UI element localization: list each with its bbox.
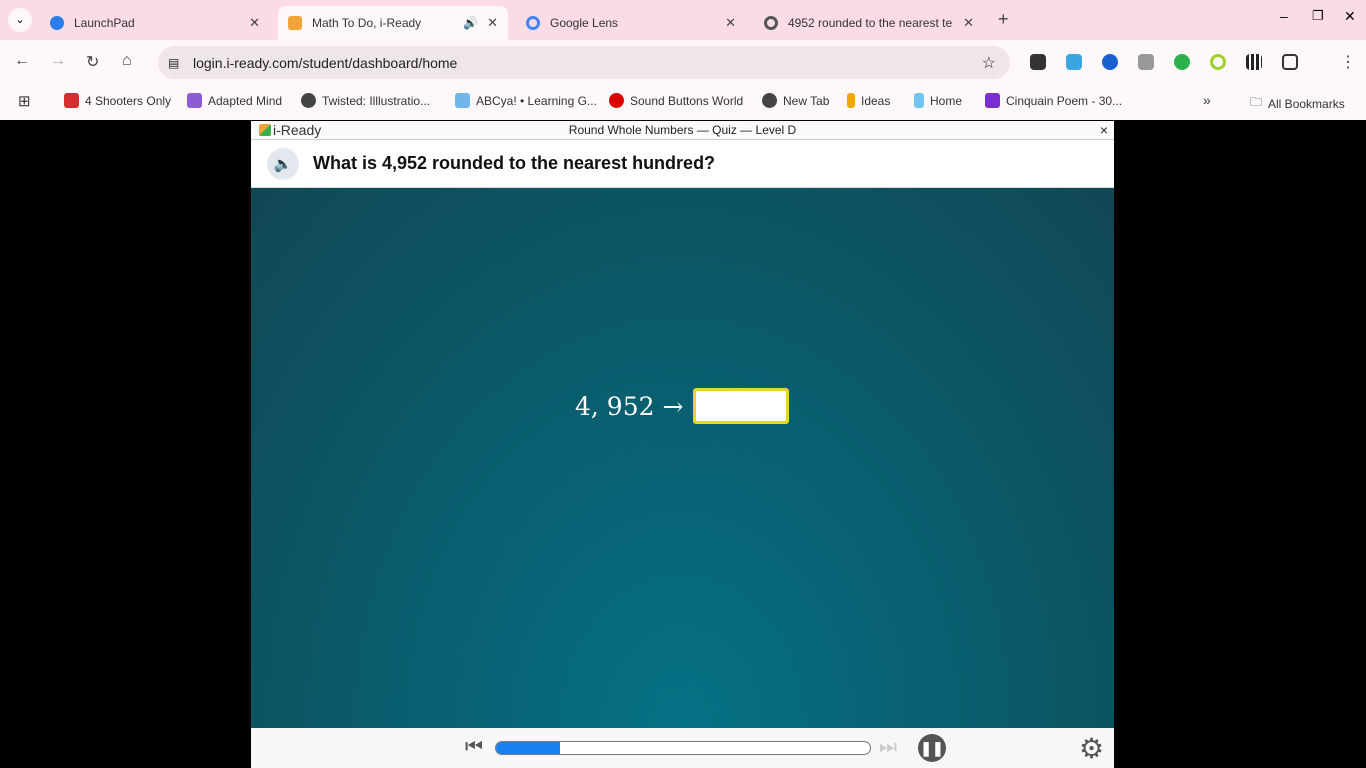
bookmark[interactable]: New Tab (762, 93, 829, 108)
bookmark[interactable]: ABCya! • Learning G... (455, 93, 597, 108)
launchpad-icon (50, 16, 64, 30)
globe-icon (301, 93, 316, 108)
apps-icon[interactable]: ⊞ (18, 92, 31, 110)
skip-forward-icon: ⏭ (879, 736, 897, 758)
tab-label: Math To Do, i-Ready (312, 16, 422, 30)
bookmark-icon (985, 93, 1000, 108)
bookmark[interactable]: Adapted Mind (187, 93, 282, 108)
iready-cube-icon (259, 124, 271, 136)
extension-icon[interactable] (1066, 54, 1082, 70)
all-bookmarks[interactable]: 🗀 All Bookmarks (1250, 93, 1345, 114)
bookmark-label: Sound Buttons World (630, 93, 744, 108)
progress-bar[interactable] (495, 741, 871, 755)
extension-icon[interactable] (1102, 54, 1118, 70)
close-window-button[interactable]: ✕ (1344, 8, 1356, 25)
home-icon[interactable]: ⌂ (122, 52, 132, 70)
speaker-icon[interactable]: 🔈 (267, 147, 299, 180)
bookmark-label: New Tab (783, 93, 830, 108)
extension-icon[interactable] (1174, 54, 1190, 70)
extension-icon[interactable] (1138, 54, 1154, 70)
close-tab-icon[interactable]: ✕ (249, 15, 260, 31)
audio-icon[interactable]: 🔊 (463, 16, 478, 30)
tab-label: Google Lens (550, 16, 619, 30)
bookmark-label: Home (930, 93, 963, 108)
iready-logo: i-Ready (259, 122, 321, 138)
tab-search-result[interactable]: 4952 rounded to the nearest te ✕ (754, 6, 984, 40)
iready-lesson: i-Ready Round Whole Numbers — Quiz — Lev… (251, 121, 1114, 768)
site-info-icon[interactable]: ▤ (168, 56, 179, 70)
bookmark-icon (914, 93, 924, 108)
extension-icon[interactable] (1210, 54, 1226, 70)
bookmark-label: Cinquain Poem - 30... (1006, 93, 1123, 108)
lesson-title: Round Whole Numbers — Quiz — Level D (568, 123, 797, 137)
equation: 4, 952 → (575, 388, 790, 424)
google-lens-icon (526, 16, 540, 30)
bookmark[interactable]: 4 Shooters Only (64, 93, 171, 108)
all-bookmarks-label: All Bookmarks (1268, 96, 1345, 111)
close-lesson-button[interactable]: × (1100, 122, 1108, 138)
tab-label: 4952 rounded to the nearest te (788, 16, 953, 30)
forward-icon[interactable]: → (50, 52, 66, 70)
folder-icon: 🗀 (1250, 95, 1263, 109)
reload-icon[interactable]: ↻ (86, 52, 99, 72)
question-bar: 🔈 What is 4,952 rounded to the nearest h… (251, 140, 1114, 188)
bookmark-label: Twisted: Illlustratio... (322, 93, 431, 108)
iready-icon (288, 16, 302, 30)
new-tab-button[interactable]: + (998, 9, 1009, 30)
tab-launchpad[interactable]: LaunchPad ✕ (40, 6, 270, 40)
tab-search-button[interactable]: ⌄ (8, 8, 32, 32)
settings-gear-icon[interactable]: ⚙ (1079, 732, 1104, 765)
browser-toolbar: ← → ↻ ⌂ ▤ login.i-ready.com/student/dashb… (0, 40, 1366, 86)
bookmark-label: ABCya! • Learning G... (476, 93, 597, 108)
bookmark-label: 4 Shooters Only (85, 93, 172, 108)
bookmark-icon (847, 93, 855, 108)
bookmark-label: Adapted Mind (208, 93, 283, 108)
site-icon (764, 16, 778, 30)
qr-code-icon[interactable] (1246, 54, 1262, 70)
menu-icon[interactable]: ⋮ (1340, 52, 1356, 72)
url-text: login.i-ready.com/student/dashboard/home (193, 54, 458, 71)
bookmark[interactable]: Cinquain Poem - 30... (985, 93, 1122, 108)
restore-button[interactable]: ❐ (1312, 8, 1324, 24)
close-tab-icon[interactable]: ✕ (487, 15, 498, 31)
tab-strip: ⌄ LaunchPad ✕ Math To Do, i-Ready 🔊 ✕ Googl… (0, 0, 1366, 40)
close-tab-icon[interactable]: ✕ (725, 15, 736, 31)
answer-input[interactable] (693, 388, 790, 424)
bookmark-icon (187, 93, 202, 108)
skip-back-icon[interactable]: ⏮ (465, 736, 483, 759)
playback-controls: ⏮ ⏭ ❚❚ ⚙ (251, 728, 1114, 768)
address-bar[interactable]: ▤ login.i-ready.com/student/dashboard/hom… (158, 46, 1010, 79)
tab-label: LaunchPad (74, 16, 135, 30)
bookmark-label: Ideas (861, 93, 891, 108)
pause-button[interactable]: ❚❚ (918, 734, 946, 762)
question-text: What is 4,952 rounded to the nearest hun… (313, 153, 716, 173)
extension-icon[interactable] (1030, 54, 1046, 70)
back-icon[interactable]: ← (14, 52, 30, 70)
bookmark[interactable]: Home (914, 93, 962, 108)
bookmark-star-icon[interactable]: ☆ (982, 53, 996, 73)
bookmark[interactable]: Sound Buttons World (609, 93, 743, 108)
bookmark[interactable]: Ideas (847, 93, 890, 108)
bookmark-icon (455, 93, 470, 108)
bookmarks-bar: ⊞ 4 Shooters Only Adapted Mind Twisted: … (0, 86, 1366, 120)
bookmark-icon (64, 93, 79, 108)
globe-icon (762, 93, 777, 108)
bookmark-icon (609, 93, 624, 108)
close-tab-icon[interactable]: ✕ (963, 15, 974, 31)
question-stage: 4, 952 → (251, 188, 1114, 728)
more-bookmarks-icon[interactable]: » (1203, 92, 1211, 108)
tab-google-lens[interactable]: Google Lens ✕ (516, 6, 746, 40)
extensions-puzzle-icon[interactable] (1282, 54, 1298, 70)
logo-text: i-Ready (273, 122, 322, 138)
tab-iready[interactable]: Math To Do, i-Ready 🔊 ✕ (278, 6, 508, 40)
minimize-button[interactable]: – (1280, 8, 1288, 24)
lesson-header: i-Ready Round Whole Numbers — Quiz — Lev… (251, 121, 1114, 140)
progress-fill (496, 742, 560, 754)
bookmark[interactable]: Twisted: Illlustratio... (301, 93, 430, 108)
expression-text: 4, 952 → (575, 391, 684, 421)
